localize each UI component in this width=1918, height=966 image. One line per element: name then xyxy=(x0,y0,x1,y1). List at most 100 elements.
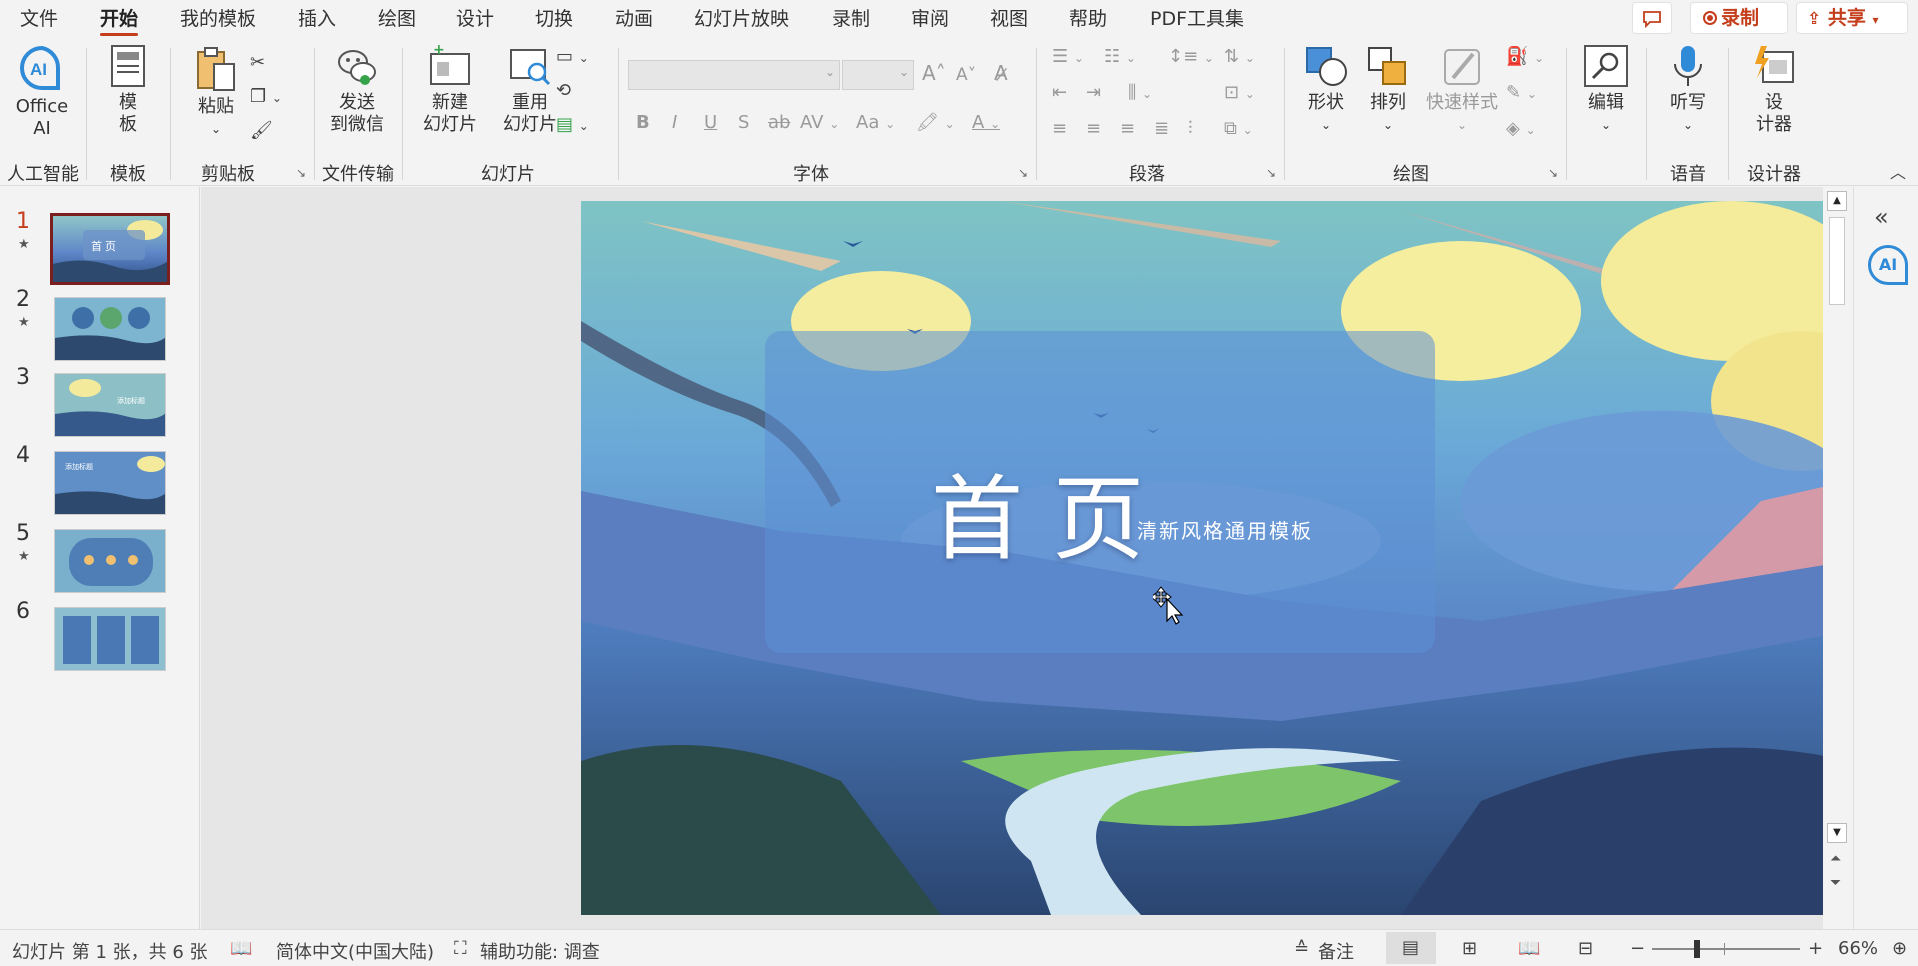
slide-canvas[interactable]: 首 页 清新风格通用模板 xyxy=(581,201,1849,915)
highlight-icon[interactable]: 🖍 ⌄ xyxy=(916,112,955,135)
text-direction-icon[interactable]: ⇅ ⌄ xyxy=(1224,46,1255,69)
language-indicator[interactable]: 简体中文(中国大陆) xyxy=(276,938,434,964)
align-right-icon[interactable]: ≡ xyxy=(1120,118,1135,140)
copy-icon[interactable]: ❐ ⌄ xyxy=(250,86,282,109)
slide-thumbnail-6[interactable] xyxy=(54,607,166,671)
justify-icon[interactable]: ≣ xyxy=(1154,118,1169,140)
char-spacing-button[interactable]: AV ⌄ xyxy=(800,112,839,135)
tab-review[interactable]: 审阅 xyxy=(911,6,949,32)
collapse-pane-icon[interactable]: « xyxy=(1874,203,1889,231)
record-button[interactable]: 录制 xyxy=(1690,2,1788,34)
cut-icon[interactable]: ✂ xyxy=(250,52,265,74)
bold-button[interactable]: B xyxy=(636,112,650,134)
tab-record[interactable]: 录制 xyxy=(832,6,870,32)
template-button[interactable]: 模 板 xyxy=(100,44,156,136)
ai-assistant-button[interactable]: AI xyxy=(1868,245,1908,285)
send-to-wechat-button[interactable]: 发送 到微信 xyxy=(324,44,390,136)
accessibility-status[interactable]: 辅助功能: 调查 xyxy=(480,938,600,964)
slide-thumbnail-5[interactable] xyxy=(54,529,166,593)
tab-slideshow[interactable]: 幻灯片放映 xyxy=(694,6,789,32)
slideshow-view-icon[interactable]: ⊟ xyxy=(1578,938,1593,959)
tab-pdf-tools[interactable]: PDF工具集 xyxy=(1150,6,1244,32)
smartart-icon[interactable]: ⧉ ⌄ xyxy=(1224,118,1253,141)
previous-slide-icon[interactable]: ⏶ xyxy=(1830,851,1841,867)
font-name-combo[interactable]: ⌄ xyxy=(628,60,840,90)
font-color-button[interactable]: A ⌄ xyxy=(972,112,1000,135)
reading-view-icon[interactable]: 📖 xyxy=(1518,938,1540,959)
tab-transitions[interactable]: 切换 xyxy=(535,6,573,32)
tab-help[interactable]: 帮助 xyxy=(1069,6,1107,32)
tab-draw[interactable]: 绘图 xyxy=(378,6,416,32)
slide-thumbnail-3[interactable]: 添加标题 xyxy=(54,373,166,437)
vertical-scrollbar[interactable]: ▲ ▼ ⏶ ⏷ xyxy=(1823,187,1851,929)
tab-insert[interactable]: 插入 xyxy=(298,6,336,32)
bullets-icon[interactable]: ☰ ⌄ xyxy=(1052,46,1084,69)
tab-animations[interactable]: 动画 xyxy=(615,6,653,32)
zoom-level[interactable]: 66% xyxy=(1838,938,1878,959)
zoom-slider[interactable] xyxy=(1652,940,1800,958)
clear-format-icon[interactable]: A̷ xyxy=(994,62,1008,84)
share-button[interactable]: ⇪ 共享 ▾ xyxy=(1796,2,1908,34)
fit-to-window-icon[interactable]: ⊕ xyxy=(1892,938,1907,959)
shape-effects-icon[interactable]: ◈ ⌄ xyxy=(1506,118,1536,141)
quick-styles-button[interactable]: 快速样式 ⌄ xyxy=(1420,44,1504,136)
distributed-icon[interactable]: ⫶ xyxy=(1188,118,1193,140)
italic-button[interactable]: I xyxy=(672,112,677,134)
format-painter-icon[interactable]: 🖌 xyxy=(250,120,273,142)
paste-button[interactable]: 粘贴 ⌄ xyxy=(188,44,244,140)
decrease-indent-icon[interactable]: ⇤ xyxy=(1052,82,1067,104)
scroll-down-icon[interactable]: ▼ xyxy=(1827,823,1847,843)
zoom-slider-thumb[interactable] xyxy=(1694,940,1700,958)
designer-button[interactable]: 设 计器 xyxy=(1740,44,1808,136)
comments-button[interactable] xyxy=(1632,2,1672,34)
slide-subtitle[interactable]: 清新风格通用模板 xyxy=(1137,515,1313,544)
slide-thumbnail-1[interactable]: 首页 xyxy=(50,213,170,285)
layout-icon[interactable]: ▭ ⌄ xyxy=(556,46,589,69)
arrange-button[interactable]: 排列 ⌄ xyxy=(1358,44,1418,136)
dictate-button[interactable]: 听写 ⌄ xyxy=(1660,44,1716,136)
font-size-combo[interactable]: ⌄ xyxy=(842,60,914,90)
shape-fill-icon[interactable]: ⛽ ⌄ xyxy=(1506,46,1544,69)
dialog-launcher-icon[interactable]: ↘ xyxy=(296,166,306,180)
strikethrough-button[interactable]: ab xyxy=(768,112,790,134)
increase-indent-icon[interactable]: ⇥ xyxy=(1086,82,1101,104)
slide-title[interactable]: 首 页 xyxy=(931,445,1144,578)
section-icon[interactable]: ▤ ⌄ xyxy=(556,114,589,137)
line-spacing-icon[interactable]: ↕≡ ⌄ xyxy=(1168,46,1214,69)
change-case-button[interactable]: Aa ⌄ xyxy=(856,112,895,135)
reset-icon[interactable]: ⟲ xyxy=(556,80,571,102)
normal-view-button[interactable]: ▤ xyxy=(1386,932,1436,964)
shrink-font-icon[interactable]: A˅ xyxy=(956,64,976,86)
tab-my-templates[interactable]: 我的模板 xyxy=(180,6,256,32)
shadow-button[interactable]: S xyxy=(738,112,749,134)
tab-design[interactable]: 设计 xyxy=(456,6,494,32)
notes-button[interactable]: 备注 xyxy=(1318,938,1354,964)
next-slide-icon[interactable]: ⏷ xyxy=(1830,875,1841,891)
office-ai-button[interactable]: AI Office AI xyxy=(8,44,76,140)
numbering-icon[interactable]: ☷ ⌄ xyxy=(1104,46,1136,69)
scroll-thumb[interactable] xyxy=(1829,217,1845,305)
tab-file[interactable]: 文件 xyxy=(20,6,58,32)
grow-font-icon[interactable]: A˄ xyxy=(922,62,946,84)
align-left-icon[interactable]: ≡ xyxy=(1052,118,1067,140)
shapes-button[interactable]: 形状 ⌄ xyxy=(1296,44,1356,136)
slide-thumbnail-2[interactable] xyxy=(54,297,166,361)
spellcheck-icon[interactable]: 📖 xyxy=(230,938,252,959)
align-center-icon[interactable]: ≡ xyxy=(1086,118,1101,140)
zoom-out-button[interactable]: − xyxy=(1630,938,1645,959)
tab-home[interactable]: 开始 xyxy=(100,6,139,36)
shape-outline-icon[interactable]: ✎ ⌄ xyxy=(1506,82,1537,105)
new-slide-button[interactable]: + 新建 幻灯片 xyxy=(412,44,488,136)
scroll-up-icon[interactable]: ▲ xyxy=(1827,191,1847,211)
underline-button[interactable]: U xyxy=(704,112,717,134)
tab-view[interactable]: 视图 xyxy=(990,6,1028,32)
notes-icon[interactable]: ≙ xyxy=(1294,938,1309,959)
align-text-icon[interactable]: ⊡ ⌄ xyxy=(1224,82,1255,105)
dialog-launcher-icon[interactable]: ↘ xyxy=(1266,166,1276,180)
dialog-launcher-icon[interactable]: ↘ xyxy=(1018,166,1028,180)
editing-button[interactable]: 编辑 ⌄ xyxy=(1578,44,1634,136)
collapse-ribbon-icon[interactable]: ︿ xyxy=(1890,162,1906,184)
columns-icon[interactable]: ⫼ ⌄ xyxy=(1128,82,1152,105)
slide-thumbnail-4[interactable]: 添加标题 xyxy=(54,451,166,515)
dialog-launcher-icon[interactable]: ↘ xyxy=(1548,166,1558,180)
